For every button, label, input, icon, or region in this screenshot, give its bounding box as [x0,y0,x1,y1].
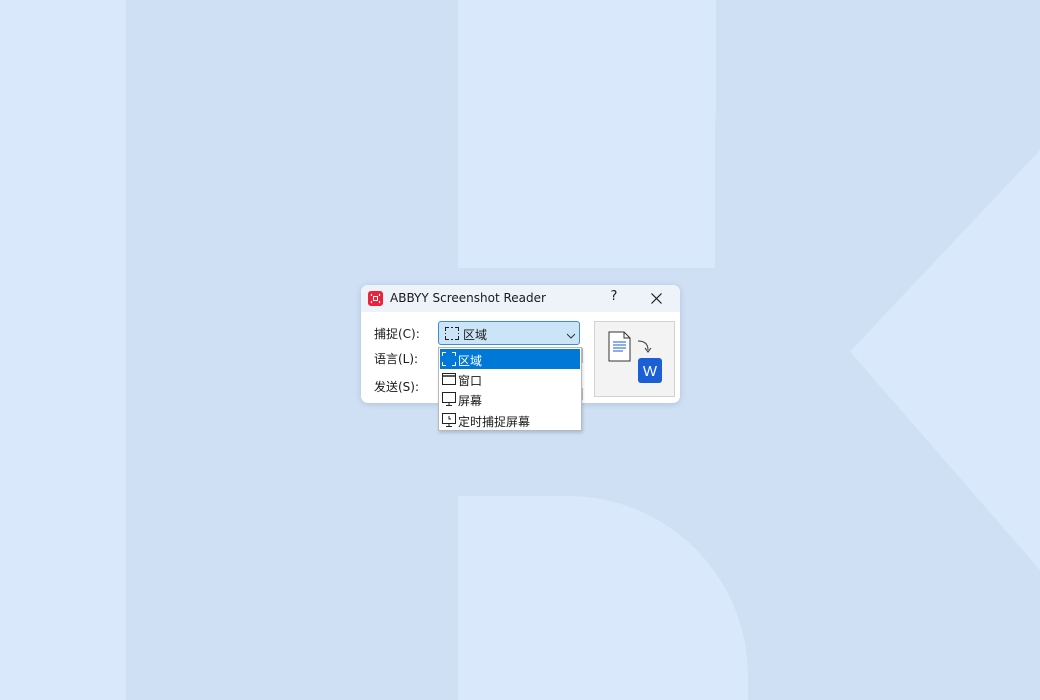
word-letter: W [643,363,658,380]
document-icon [608,331,631,362]
close-button[interactable] [648,290,665,307]
capture-select-value: 区域 [463,328,488,342]
arrow-icon [637,340,652,353]
background-shape [458,0,716,268]
option-label: 窗口 [458,374,483,388]
help-button[interactable]: ? [607,289,621,307]
option-label: 屏幕 [458,394,483,408]
window-title: ABBYY Screenshot Reader [390,291,546,305]
close-icon [651,293,662,304]
capture-option-timed-screen[interactable]: 定时捕捉屏幕 [440,410,580,430]
app-logo-icon [368,291,383,306]
timed-screen-icon [442,413,456,427]
screen-icon [442,392,456,406]
option-label: 区域 [458,354,483,368]
capture-option-window[interactable]: 窗口 [440,369,580,389]
capture-option-screen[interactable]: 屏幕 [440,389,580,409]
title-bar[interactable]: ABBYY Screenshot Reader ? [361,285,680,312]
convert-to-word-button[interactable]: W [594,321,675,397]
capture-option-region[interactable]: 区域 [440,349,580,369]
capture-dropdown-list: 区域 窗口 屏幕 定时捕捉屏幕 [438,347,582,431]
send-label: 发送(S): [374,380,420,394]
region-icon [445,327,459,340]
language-label: 语言(L): [374,352,419,366]
window-icon [442,372,456,386]
capture-select[interactable]: 区域 [438,321,580,345]
option-label: 定时捕捉屏幕 [458,415,531,429]
capture-label: 捕捉(C): [374,327,420,341]
region-icon [442,352,456,366]
chevron-down-icon [566,329,576,339]
